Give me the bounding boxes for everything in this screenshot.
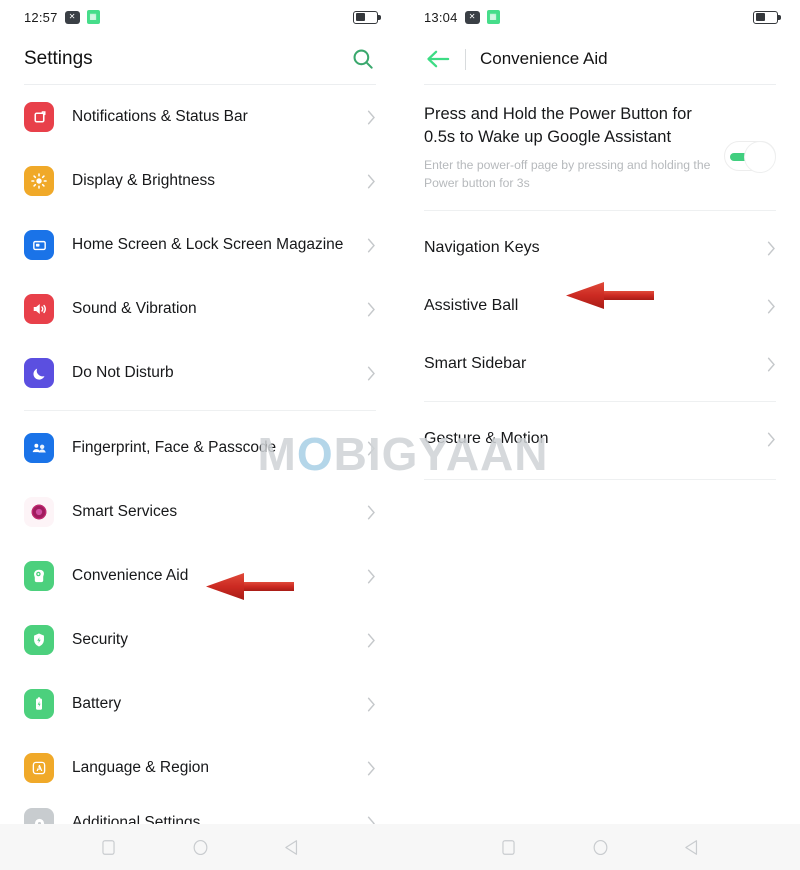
security-shield-icon	[24, 625, 54, 655]
watermark-suffix: BIGYAAN	[333, 428, 549, 480]
chevron-right-icon	[367, 697, 375, 711]
status-bar-clock: 12:57	[24, 9, 58, 25]
mobigyaan-watermark: M O BIGYAAN	[158, 424, 648, 484]
page-title: Convenience Aid	[480, 49, 608, 68]
recents-square-icon[interactable]	[499, 838, 518, 857]
list-row-assistive-ball[interactable]: Assistive Ball	[400, 277, 800, 335]
close-box-icon: ✕	[464, 10, 480, 24]
chevron-right-icon	[367, 110, 375, 124]
battery-icon	[753, 10, 781, 24]
settings-row-label: Display & Brightness	[72, 171, 216, 189]
left-header: Settings	[0, 34, 400, 84]
settings-row-sound[interactable]: Sound & Vibration	[0, 277, 400, 341]
settings-row-additional-settings[interactable]: Additional Settings	[0, 800, 400, 824]
settings-row-label: Security	[72, 630, 128, 648]
battery-icon	[353, 10, 381, 24]
home-circle-icon[interactable]	[591, 838, 610, 857]
status-bar-left-group: 13:04 ✕ ▦	[424, 10, 500, 25]
calculator-icon: ▦	[86, 10, 100, 24]
power-setting-title: Press and Hold the Power Button for 0.5s…	[424, 105, 692, 146]
moon-icon	[24, 358, 54, 388]
back-arrow-icon[interactable]	[426, 48, 451, 70]
chevron-right-icon	[367, 633, 375, 647]
section-divider	[424, 401, 776, 403]
status-bar-clock: 13:04	[424, 9, 458, 25]
settings-row-label: Do Not Disturb	[72, 363, 174, 381]
settings-row-label: Additional Settings	[72, 813, 201, 824]
status-bar-left-group: 12:57 ✕ ▦	[24, 10, 100, 25]
nav-group-left	[0, 824, 400, 870]
settings-row-battery[interactable]: Battery	[0, 672, 400, 736]
list-section-divider	[24, 410, 376, 411]
recents-square-icon[interactable]	[99, 838, 118, 857]
settings-row-label: Home Screen & Lock Screen Magazine	[72, 235, 344, 253]
settings-row-security[interactable]: Security	[0, 608, 400, 672]
search-icon[interactable]	[350, 46, 376, 72]
chevron-right-icon	[767, 432, 775, 447]
settings-row-do-not-disturb[interactable]: Do Not Disturb	[0, 341, 400, 405]
settings-row-notifications[interactable]: Notifications & Status Bar	[0, 85, 400, 149]
chevron-right-icon	[367, 302, 375, 316]
chevron-right-icon	[367, 174, 375, 188]
power-assistant-toggle[interactable]	[724, 141, 776, 173]
watermark-circle: O	[296, 428, 334, 480]
settings-row-label: Convenience Aid	[72, 566, 189, 584]
settings-row-display[interactable]: Display & Brightness	[0, 149, 400, 213]
page-title: Settings	[24, 48, 93, 69]
settings-row-label: Language & Region	[72, 758, 210, 776]
notifications-icon	[24, 102, 54, 132]
right-header: Convenience Aid	[400, 34, 800, 84]
settings-row-label: Notifications & Status Bar	[72, 107, 248, 125]
dual-screenshot-container: 12:57 ✕ ▦ Settings Notifications & Statu…	[0, 0, 800, 824]
back-triangle-icon[interactable]	[683, 838, 702, 857]
battery-settings-icon	[24, 689, 54, 719]
left-phone-screen: 12:57 ✕ ▦ Settings Notifications & Statu…	[0, 0, 400, 824]
power-setting-subtitle: Enter the power-off page by pressing and…	[424, 157, 711, 190]
settings-row-smart-services[interactable]: Smart Services	[0, 480, 400, 544]
calculator-icon: ▦	[486, 10, 500, 24]
language-icon	[24, 753, 54, 783]
list-row-label: Navigation Keys	[424, 239, 540, 257]
settings-row-label: Smart Services	[72, 502, 178, 520]
header-separator	[465, 48, 466, 70]
chevron-right-icon	[367, 816, 375, 824]
chevron-right-icon	[767, 357, 775, 372]
right-status-bar: 13:04 ✕ ▦	[400, 0, 800, 34]
sound-icon	[24, 294, 54, 324]
chevron-right-icon	[367, 569, 375, 583]
brightness-icon	[24, 166, 54, 196]
chevron-right-icon	[367, 366, 375, 380]
settings-row-language[interactable]: Language & Region	[0, 736, 400, 800]
settings-row-label: Battery	[72, 694, 122, 712]
additional-settings-icon	[24, 808, 54, 824]
chevron-right-icon	[367, 238, 375, 252]
power-button-setting[interactable]: Press and Hold the Power Button for 0.5s…	[400, 85, 800, 192]
smart-services-icon	[24, 497, 54, 527]
list-row-label: Assistive Ball	[424, 297, 519, 315]
settings-row-convenience-aid[interactable]: Convenience Aid	[0, 544, 400, 608]
left-status-bar: 12:57 ✕ ▦	[0, 0, 400, 34]
system-navigation-bar	[0, 824, 800, 870]
home-circle-icon[interactable]	[191, 838, 210, 857]
chevron-right-icon	[767, 299, 775, 314]
settings-row-label: Sound & Vibration	[72, 299, 197, 317]
back-triangle-icon[interactable]	[283, 838, 302, 857]
fingerprint-face-icon	[24, 433, 54, 463]
list-row-label: Smart Sidebar	[424, 355, 527, 373]
chevron-right-icon	[367, 505, 375, 519]
nav-group-right	[400, 824, 800, 870]
chevron-right-icon	[367, 761, 375, 775]
convenience-aid-icon	[24, 561, 54, 591]
list-row-smart-sidebar[interactable]: Smart Sidebar	[400, 335, 800, 393]
home-screen-icon	[24, 230, 54, 260]
settings-row-home-screen[interactable]: Home Screen & Lock Screen Magazine	[0, 213, 400, 277]
close-box-icon: ✕	[64, 10, 80, 24]
chevron-right-icon	[767, 241, 775, 256]
watermark-prefix: M	[257, 428, 297, 480]
list-row-navigation-keys[interactable]: Navigation Keys	[400, 219, 800, 277]
right-phone-screen: 13:04 ✕ ▦ Convenience Aid Press and Hold…	[400, 0, 800, 824]
